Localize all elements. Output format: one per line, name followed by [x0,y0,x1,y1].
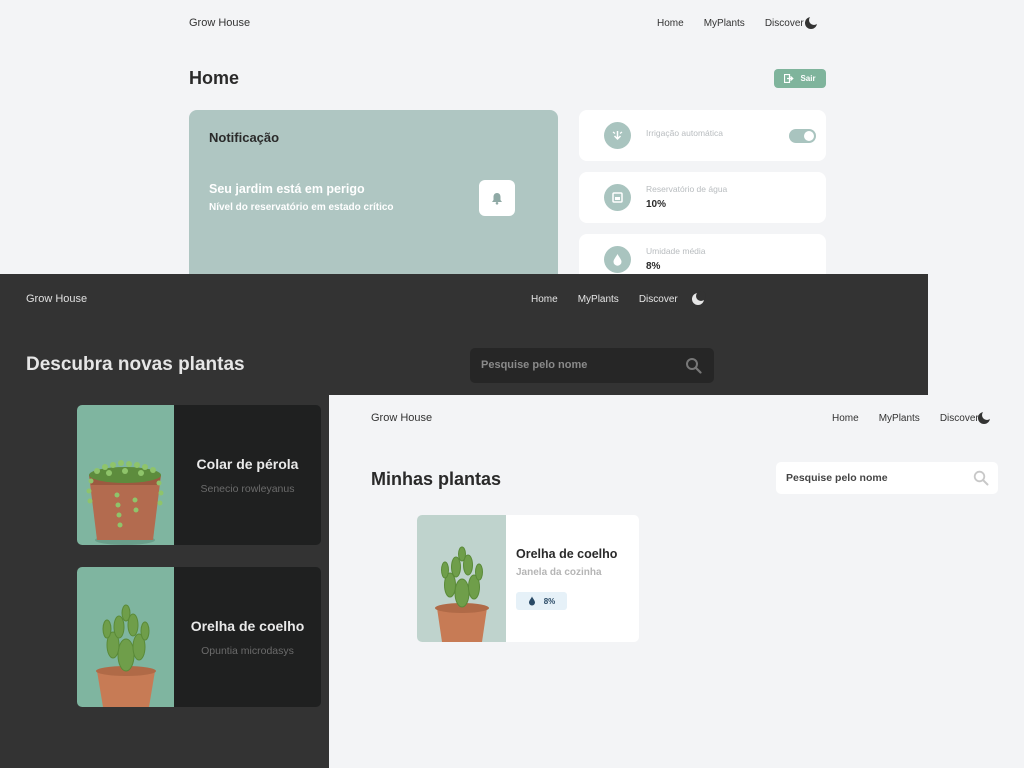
auto-irrigation-card: Irrigação automática [579,110,826,161]
brand-logo[interactable]: Grow House [26,293,87,305]
logout-label: Sair [800,74,816,83]
nav-home-link[interactable]: Home [531,294,558,305]
plant-scientific-name: Opuntia microdasys [201,645,294,657]
top-nav: Home MyPlants Discover [657,18,804,29]
nav-discover-link[interactable]: Discover [940,413,979,424]
home-screen: Grow House Home MyPlants Discover Home S… [0,0,1024,274]
avg-humidity-value: 8% [646,261,661,272]
notification-card: Notificação Seu jardim está em perigo Ní… [189,110,558,274]
logout-button[interactable]: Sair [774,69,826,88]
notification-bell-button[interactable] [479,180,515,216]
page-title: Home [189,68,240,88]
myplants-screen: Grow House Home MyPlants Discover Minhas… [329,395,1024,768]
humidity-value: 8% [543,596,556,606]
search-icon[interactable] [685,357,702,374]
brand-logo[interactable]: Grow House [371,412,432,424]
dark-mode-moon-icon[interactable] [978,410,992,424]
plant-name: Colar de pérola [196,456,299,472]
plant-card[interactable]: Colar de pérola Senecio rowleyanus [77,405,321,545]
plant-location: Janela da cozinha [516,567,602,578]
plant-image [417,515,506,642]
auto-irrigation-label: Irrigação automática [646,128,724,138]
search-placeholder: Pesquise pelo nome [481,359,588,371]
dark-mode-moon-icon[interactable] [805,15,819,29]
plant-name: Orelha de coelho [516,547,618,561]
plant-image [77,405,174,545]
bell-icon [492,192,502,205]
notification-title: Notificação [209,130,280,145]
nav-home-link[interactable]: Home [657,18,684,29]
reservoir-icon [604,184,631,211]
search-input[interactable]: Pesquise pelo nome [776,462,998,494]
water-drop-icon [528,596,535,606]
nav-myplants-link[interactable]: MyPlants [879,413,920,424]
plant-name: Orelha de coelho [190,618,305,634]
top-nav: Home MyPlants Discover [531,294,678,305]
nav-myplants-link[interactable]: MyPlants [704,18,745,29]
search-icon[interactable] [973,470,989,486]
search-placeholder: Pesquise pelo nome [786,472,888,484]
nav-discover-link[interactable]: Discover [639,294,678,305]
plant-image [77,567,174,707]
water-reservoir-label: Reservatório de água [646,184,728,194]
nav-discover-link[interactable]: Discover [765,18,804,29]
water-reservoir-value: 10% [646,199,667,210]
nav-home-link[interactable]: Home [832,413,859,424]
nav-myplants-link[interactable]: MyPlants [578,294,619,305]
plant-scientific-name: Senecio rowleyanus [200,483,295,495]
notification-detail: Nível do reservatório em estado crítico [209,202,394,213]
page-title: Minhas plantas [371,469,502,489]
notification-message: Seu jardim está em perigo [209,182,365,196]
dark-mode-moon-icon[interactable] [692,291,706,305]
humidity-badge: 8% [516,592,567,610]
avg-humidity-label: Umidade média [646,246,706,256]
avg-humidity-card: Umidade média 8% [579,234,826,274]
watering-icon [604,122,631,149]
water-reservoir-card: Reservatório de água 10% [579,172,826,223]
water-drop-icon [604,246,631,273]
search-input[interactable]: Pesquise pelo nome [470,348,714,383]
auto-irrigation-toggle[interactable] [789,129,816,143]
page-title: Descubra novas plantas [26,354,245,375]
logout-icon [784,74,795,83]
top-nav: Home MyPlants Discover [832,413,979,424]
brand-logo[interactable]: Grow House [189,17,250,29]
plant-card[interactable]: Orelha de coelho Opuntia microdasys [77,567,321,707]
my-plant-card[interactable]: Orelha de coelho Janela da cozinha 8% [417,515,639,642]
